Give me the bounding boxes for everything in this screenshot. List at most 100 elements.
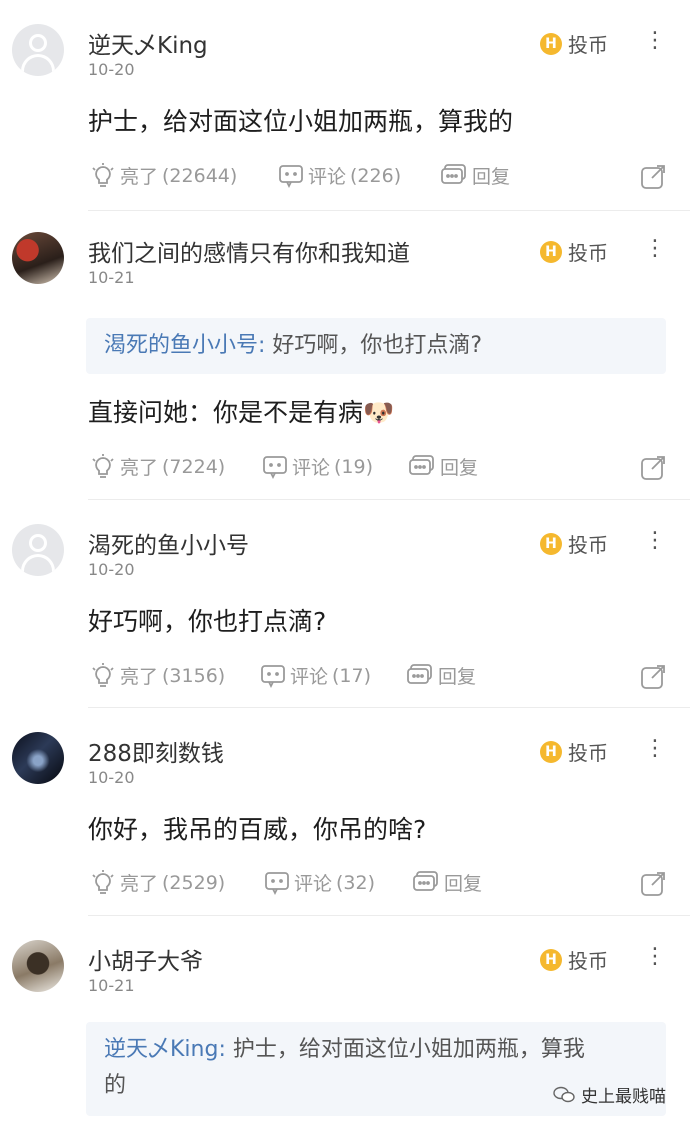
comment-bubble-icon [279, 164, 303, 188]
avatar[interactable] [12, 24, 64, 76]
like-label: 亮了 [120, 166, 159, 188]
more-options-icon[interactable]: ⋮ [644, 238, 666, 260]
dog-emoji: 🐶 [363, 398, 395, 427]
coin-icon: H [540, 240, 562, 263]
tip-coin-button[interactable]: H 投币 [540, 237, 608, 266]
reply-button[interactable]: 回复 [440, 162, 510, 189]
username[interactable]: 逆天乄King [88, 26, 208, 60]
comment-content: 你好，我吊的百威，你吊的啥? [88, 815, 427, 844]
coin-icon: H [540, 948, 562, 971]
watermark: 史上最贱喵 [553, 1082, 666, 1107]
comment-label: 评论 [308, 166, 347, 188]
reply-bubble-icon [409, 454, 434, 475]
comment-date: 10-20 [88, 560, 135, 579]
reply-label: 回复 [440, 457, 479, 479]
comment-content: 护士，给对面这位小姐加两瓶，算我的 [88, 107, 514, 136]
like-count: (7224) [162, 455, 226, 478]
username[interactable]: 我们之间的感情只有你和我知道 [88, 234, 410, 268]
lightbulb-icon [92, 662, 114, 687]
tip-coin-label: 投币 [568, 949, 608, 973]
quoted-text: 护士，给对面这位小姐加两瓶，算我 [232, 1037, 585, 1062]
quoted-username[interactable]: 渴死的鱼小小号: [104, 333, 265, 358]
like-label: 亮了 [120, 457, 159, 479]
action-bar: 亮了 (7224) 评论 (19) 回复 [88, 453, 670, 487]
share-icon[interactable] [640, 664, 666, 694]
tip-coin-button[interactable]: H 投币 [540, 529, 608, 558]
more-options-icon[interactable]: ⋮ [644, 30, 666, 52]
username[interactable]: 小胡子大爷 [88, 942, 203, 976]
reply-button[interactable]: 回复 [406, 662, 476, 689]
share-icon[interactable] [640, 164, 666, 194]
divider [88, 210, 690, 211]
comment-count: (19) [334, 455, 374, 478]
quoted-username[interactable]: 逆天乄King: [104, 1037, 226, 1062]
wechat-icon [553, 1086, 575, 1102]
reply-button[interactable]: 回复 [412, 869, 482, 896]
share-icon[interactable] [640, 871, 666, 901]
reply-bubble-icon [441, 163, 466, 184]
comment-date: 10-21 [88, 976, 135, 995]
like-label: 亮了 [120, 666, 159, 688]
more-options-icon[interactable]: ⋮ [644, 738, 666, 760]
tip-coin-label: 投币 [568, 741, 608, 765]
comment-label: 评论 [290, 666, 329, 688]
divider [88, 499, 690, 500]
reply-button[interactable]: 回复 [408, 453, 478, 480]
like-count: (2529) [162, 871, 226, 894]
comment-count: (226) [350, 164, 402, 187]
action-bar: 亮了 (2529) 评论 (32) 回复 [88, 869, 670, 903]
reply-label: 回复 [472, 166, 511, 188]
tip-coin-button[interactable]: H 投币 [540, 29, 608, 58]
comment-bubble-icon [261, 664, 285, 688]
coin-icon: H [540, 532, 562, 555]
avatar[interactable] [12, 524, 64, 576]
comment-date: 10-21 [88, 268, 135, 287]
comment-text: 直接问她：你是不是有病 [88, 398, 364, 427]
more-options-icon[interactable]: ⋮ [644, 946, 666, 968]
quoted-text: 好巧啊，你也打点滴? [272, 333, 483, 358]
comment-button[interactable]: 评论 (17) [260, 662, 371, 689]
tip-coin-label: 投币 [568, 241, 608, 265]
comment-content: 直接问她：你是不是有病🐶 [88, 393, 394, 429]
coin-icon: H [540, 740, 562, 763]
reply-bubble-icon [407, 663, 432, 684]
coin-icon: H [540, 32, 562, 55]
like-count: (3156) [162, 664, 226, 687]
tip-coin-label: 投币 [568, 33, 608, 57]
lightbulb-icon [92, 162, 114, 187]
quoted-comment[interactable]: 渴死的鱼小小号: 好巧啊，你也打点滴? [86, 318, 666, 374]
comment-button[interactable]: 评论 (32) [264, 869, 375, 896]
action-bar: 亮了 (22644) 评论 (226) 回复 [88, 162, 670, 196]
comment-bubble-icon [265, 871, 289, 895]
comment-count: (32) [336, 871, 376, 894]
like-count: (22644) [162, 164, 238, 187]
reply-label: 回复 [438, 666, 477, 688]
avatar[interactable] [12, 732, 64, 784]
like-button[interactable]: 亮了 (7224) [90, 453, 225, 480]
avatar[interactable] [12, 940, 64, 992]
comment-bubble-icon [263, 455, 287, 479]
like-button[interactable]: 亮了 (3156) [90, 662, 225, 689]
comment-label: 评论 [292, 457, 331, 479]
watermark-text: 史上最贱喵 [581, 1087, 666, 1107]
like-label: 亮了 [120, 873, 159, 895]
like-button[interactable]: 亮了 (2529) [90, 869, 225, 896]
reply-bubble-icon [413, 870, 438, 891]
username[interactable]: 288即刻数钱 [88, 734, 224, 768]
comment-button[interactable]: 评论 (19) [262, 453, 373, 480]
username[interactable]: 渴死的鱼小小号 [88, 526, 249, 560]
divider [88, 707, 690, 708]
comment-label: 评论 [294, 873, 333, 895]
share-icon[interactable] [640, 455, 666, 485]
tip-coin-label: 投币 [568, 533, 608, 557]
lightbulb-icon [92, 869, 114, 894]
lightbulb-icon [92, 453, 114, 478]
tip-coin-button[interactable]: H 投币 [540, 945, 608, 974]
more-options-icon[interactable]: ⋮ [644, 530, 666, 552]
tip-coin-button[interactable]: H 投币 [540, 737, 608, 766]
comment-date: 10-20 [88, 60, 135, 79]
divider [88, 915, 690, 916]
avatar[interactable] [12, 232, 64, 284]
comment-button[interactable]: 评论 (226) [278, 162, 401, 189]
like-button[interactable]: 亮了 (22644) [90, 162, 237, 189]
